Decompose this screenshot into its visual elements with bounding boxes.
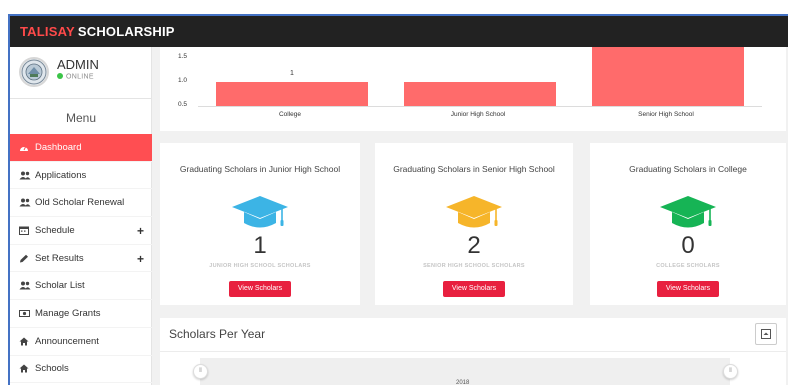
sidebar-item-label: Scholar List [35, 280, 85, 292]
slider-left-handle[interactable]: ⦀ [193, 364, 208, 379]
stat-card-senior-high: Graduating Scholars in Senior High Schoo… [375, 143, 573, 305]
sidebar-nav: Dashboard Applications Old Scholar Renew… [10, 134, 152, 384]
sidebar-item-schools[interactable]: Schools [10, 356, 152, 384]
main-content: 1.5 1.0 0.5 College Junior High School S… [160, 47, 788, 385]
collapse-icon [761, 329, 771, 339]
stat-title: Graduating Scholars in College [629, 164, 747, 174]
home-icon [19, 336, 31, 346]
sidebar-item-label: Announcement [35, 335, 99, 347]
scholars-bar-chart: 1.5 1.0 0.5 College Junior High School S… [160, 47, 786, 131]
y-tick-label: 0.5 [178, 101, 188, 108]
sidebar-item-schedule[interactable]: Schedule + [10, 217, 152, 245]
brand-part1: TALISAY [20, 24, 75, 39]
pencil-icon [19, 253, 31, 263]
stat-card-college: Graduating Scholars in College 0 COLLEGE… [590, 143, 786, 305]
sidebar-item-label: Applications [35, 169, 87, 181]
dashboard-icon [19, 142, 31, 152]
sidebar-item-label: Schedule [35, 224, 75, 236]
sidebar-item-manage-grants[interactable]: Manage Grants [10, 300, 152, 328]
stat-label: SENIOR HIGH SCHOOL SCHOLARS [423, 263, 525, 269]
year-label: 2018 [456, 380, 470, 385]
stat-count: 0 [681, 232, 695, 259]
sidebar-item-label: Manage Grants [35, 307, 101, 319]
x-category-label: Senior High School [638, 111, 694, 118]
expand-plus-icon[interactable]: + [137, 224, 144, 238]
y-tick-label: 1.0 [178, 77, 188, 84]
expand-plus-icon[interactable]: + [137, 252, 144, 266]
sidebar-item-label: Schools [35, 363, 69, 375]
view-scholars-button[interactable]: View Scholars [657, 281, 719, 297]
sidebar-item-announcement[interactable]: Announcement [10, 328, 152, 356]
user-status-label: ONLINE [66, 73, 94, 81]
stat-title: Graduating Scholars in Senior High Schoo… [393, 164, 555, 174]
panel-title: Scholars Per Year [169, 327, 266, 341]
avatar [19, 57, 49, 87]
sidebar-item-label: Set Results [35, 252, 84, 264]
calendar-icon [19, 225, 31, 235]
chart-bar[interactable] [403, 82, 557, 106]
stat-title: Graduating Scholars in Junior High Schoo… [179, 164, 341, 174]
sidebar-item-set-results[interactable]: Set Results + [10, 245, 152, 273]
view-scholars-button[interactable]: View Scholars [229, 281, 291, 297]
users-icon [19, 170, 31, 180]
user-name: ADMIN [57, 57, 99, 72]
user-panel: ADMIN ONLINE [10, 47, 152, 99]
brand-part2: SCHOLARSHIP [77, 24, 175, 39]
brand-logo[interactable]: TALISAY SCHOLARSHIP [20, 24, 175, 39]
top-navbar: TALISAY SCHOLARSHIP [10, 16, 788, 47]
chart-bar[interactable] [591, 47, 745, 106]
scholars-per-year-panel: Scholars Per Year ⦀ ⦀ 2018 [160, 318, 786, 385]
sidebar-item-label: Old Scholar Renewal [35, 197, 125, 209]
x-category-label: Junior High School [450, 111, 506, 118]
collapse-toggle-button[interactable] [755, 323, 777, 345]
app-window: TALISAY SCHOLARSHIP ADMIN ONLINE Menu Das… [8, 14, 788, 385]
graduation-cap-icon [660, 196, 716, 228]
graduation-cap-icon [446, 196, 502, 228]
user-status: ONLINE [57, 73, 94, 81]
money-icon [19, 308, 31, 318]
home-icon [19, 364, 31, 374]
x-category-label: College [278, 111, 302, 118]
stat-label: JUNIOR HIGH SCHOOL SCHOLARS [209, 263, 311, 269]
stat-count: 2 [467, 232, 481, 259]
online-dot-icon [57, 73, 63, 79]
sidebar-item-old-scholar-renewal[interactable]: Old Scholar Renewal [10, 189, 152, 218]
sidebar-item-applications[interactable]: Applications [10, 162, 152, 190]
y-tick-label: 1.5 [178, 53, 188, 60]
users-icon [19, 281, 31, 291]
panel-divider [160, 351, 786, 352]
users-icon [19, 198, 31, 208]
x-axis-line [198, 106, 762, 107]
chart-bar[interactable] [215, 82, 369, 106]
sidebar: ADMIN ONLINE Menu Dashboard Applications… [10, 47, 152, 385]
view-scholars-button[interactable]: View Scholars [443, 281, 505, 297]
sidebar-item-dashboard[interactable]: Dashboard [10, 134, 152, 162]
stat-label: COLLEGE SCHOLARS [656, 263, 720, 269]
graduation-cap-icon [232, 196, 288, 228]
stat-count: 1 [253, 232, 267, 259]
menu-title: Menu [65, 111, 97, 125]
stat-card-junior-high: Graduating Scholars in Junior High Schoo… [160, 143, 360, 305]
seal-icon [21, 59, 47, 85]
slider-right-handle[interactable]: ⦀ [723, 364, 738, 379]
sidebar-item-label: Dashboard [35, 141, 82, 153]
bar-data-label: 1 [290, 70, 294, 77]
sidebar-item-scholar-list[interactable]: Scholar List [10, 272, 152, 301]
